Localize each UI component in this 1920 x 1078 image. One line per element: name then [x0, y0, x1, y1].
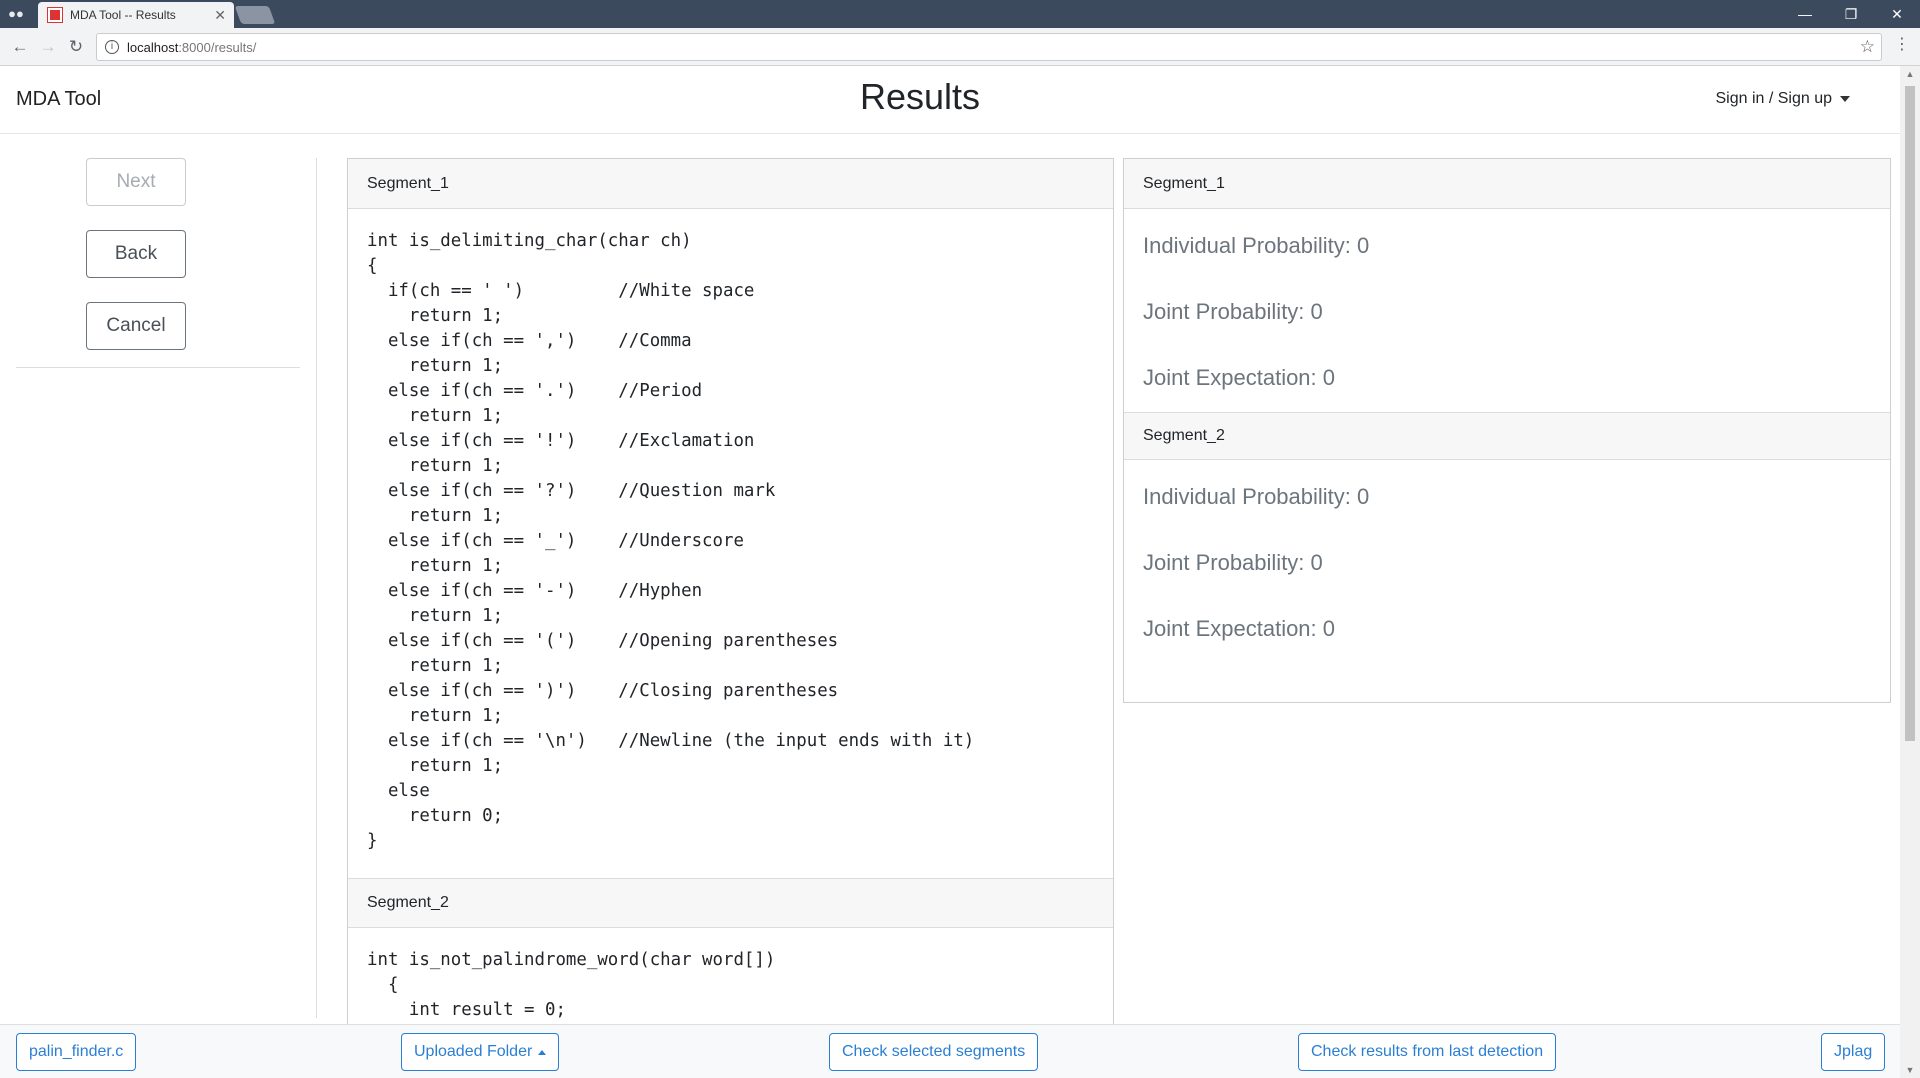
joint-expectation: Joint Expectation: 0	[1143, 365, 1336, 390]
browser-menu-kebab-icon[interactable]: ⋮	[1894, 34, 1910, 54]
result-stats: Individual Probability: 0 Joint Probabil…	[1124, 460, 1890, 663]
bottom-action-bar: palin_finder.c Uploaded Folder Check sel…	[0, 1024, 1900, 1078]
scrollbar-thumb[interactable]	[1905, 86, 1915, 741]
caret-down-icon	[1840, 95, 1850, 102]
address-bar[interactable]: i localhost :8000/results/ ☆	[96, 33, 1882, 61]
forward-arrow-icon[interactable]: →	[34, 37, 62, 57]
cancel-button[interactable]: Cancel	[86, 302, 186, 350]
individual-probability: Individual Probability: 0	[1143, 484, 1370, 509]
browser-toolbar: ← → ↻ i localhost :8000/results/ ☆ ⋮	[0, 28, 1920, 66]
joint-expectation: Joint Expectation: 0	[1143, 616, 1336, 641]
page-scrollbar[interactable]: ▲ ▼	[1900, 66, 1920, 1078]
back-arrow-icon[interactable]: ←	[6, 37, 34, 57]
joint-probability: Joint Probability: 0	[1143, 550, 1323, 575]
reload-icon[interactable]: ↻	[62, 37, 90, 57]
joint-probability: Joint Probability: 0	[1143, 299, 1323, 324]
segment-code: int is_not_palindrome_word(char word[]) …	[367, 950, 776, 1020]
uploaded-folder-dropup[interactable]: Uploaded Folder	[401, 1033, 560, 1071]
sidebar: Next Back Cancel	[16, 158, 300, 368]
results-card: Segment_1 Individual Probability: 0 Join…	[1123, 158, 1891, 703]
new-tab-button[interactable]	[234, 6, 276, 24]
jplag-button[interactable]: Jplag	[1821, 1033, 1886, 1071]
page: MDA Tool Results Sign in / Sign up Next …	[0, 66, 1900, 1078]
individual-probability: Individual Probability: 0	[1143, 233, 1370, 258]
segment-code: int is_delimiting_char(char ch) { if(ch …	[367, 231, 975, 851]
tab-close-icon[interactable]: ✕	[214, 7, 226, 24]
browser-tab[interactable]: MDA Tool -- Results ✕	[38, 2, 234, 28]
sidebar-divider	[316, 158, 317, 1018]
bookmark-star-icon[interactable]: ☆	[1860, 37, 1875, 57]
window-controls: — ❐ ✕	[1782, 0, 1920, 28]
next-button[interactable]: Next	[86, 158, 186, 206]
scroll-up-icon[interactable]: ▲	[1900, 66, 1920, 82]
page-title: Results	[859, 76, 981, 117]
signin-dropdown[interactable]: Sign in / Sign up	[1715, 90, 1850, 108]
tab-title: MDA Tool -- Results	[70, 8, 176, 22]
result-segment-header: Segment_2	[1124, 412, 1890, 460]
caret-up-icon	[538, 1049, 547, 1055]
close-window-icon[interactable]: ✕	[1874, 0, 1920, 28]
navbar: MDA Tool Results Sign in / Sign up	[0, 66, 1900, 134]
code-card: Segment_1 int is_delimiting_char(char ch…	[347, 158, 1114, 1038]
restore-icon[interactable]: ❐	[1828, 0, 1874, 28]
uploaded-folder-label: Uploaded Folder	[414, 1043, 533, 1060]
back-button[interactable]: Back	[86, 230, 186, 278]
browser-menu-icon[interactable]: ●●	[6, 6, 26, 22]
favicon-icon	[47, 7, 63, 23]
url-path: :8000/results/	[178, 39, 257, 55]
signin-label: Sign in / Sign up	[1715, 90, 1832, 107]
result-stats: Individual Probability: 0 Joint Probabil…	[1124, 209, 1890, 412]
segment-header[interactable]: Segment_2	[348, 878, 1113, 928]
minimize-icon[interactable]: —	[1782, 0, 1828, 28]
segment-header[interactable]: Segment_1	[348, 159, 1113, 209]
browser-tabstrip: ●● MDA Tool -- Results ✕ — ❐ ✕	[0, 0, 1920, 28]
scroll-down-icon[interactable]: ▼	[1900, 1062, 1920, 1078]
url-host: localhost	[127, 39, 179, 55]
info-icon[interactable]: i	[105, 40, 119, 54]
file-button[interactable]: palin_finder.c	[16, 1033, 137, 1071]
check-selected-segments-button[interactable]: Check selected segments	[829, 1033, 1039, 1071]
check-last-detection-button[interactable]: Check results from last detection	[1298, 1033, 1557, 1071]
result-segment-header: Segment_1	[1124, 159, 1890, 209]
